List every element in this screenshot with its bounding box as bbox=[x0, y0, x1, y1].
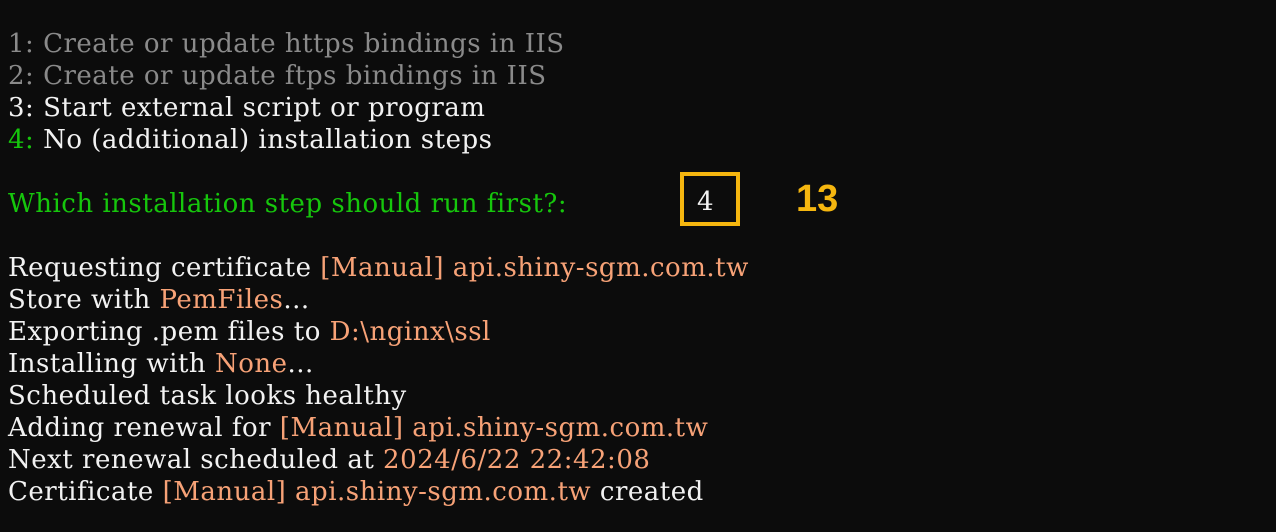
log-line-3: Exporting .pem files to D:\nginx\ssl bbox=[8, 316, 491, 348]
menu-option-4: 4: No (additional) installation steps bbox=[8, 124, 492, 156]
log-line-8-suffix: created bbox=[591, 477, 704, 507]
log-line-5-text: Scheduled task looks healthy bbox=[8, 381, 407, 411]
log-line-1: Requesting certificate [Manual] api.shin… bbox=[8, 252, 749, 284]
log-line-8-value: [Manual] api.shiny-sgm.com.tw bbox=[162, 477, 592, 507]
log-line-2-value: PemFiles bbox=[159, 285, 284, 315]
log-line-3-value: D:\nginx\ssl bbox=[329, 317, 491, 347]
log-line-2: Store with PemFiles... bbox=[8, 284, 310, 316]
log-line-6-text: Adding renewal for bbox=[8, 413, 280, 443]
step-number-label: 13 bbox=[796, 178, 839, 220]
log-line-7-text: Next renewal scheduled at bbox=[8, 445, 384, 475]
log-line-2-text: Store with bbox=[8, 285, 160, 315]
answer-input[interactable]: 4 bbox=[697, 186, 714, 218]
console-window: 1: Create or update https bindings in II… bbox=[0, 0, 1276, 532]
log-line-4-text: Installing with bbox=[8, 349, 215, 379]
log-line-1-text: Requesting certificate bbox=[8, 253, 321, 283]
menu-option-3: 3: Start external script or program bbox=[8, 92, 485, 124]
log-line-4-suffix: ... bbox=[287, 349, 314, 379]
log-line-1-value: [Manual] api.shiny-sgm.com.tw bbox=[320, 253, 749, 283]
log-line-5: Scheduled task looks healthy bbox=[8, 380, 407, 412]
log-line-4: Installing with None... bbox=[8, 348, 314, 380]
log-line-6-value: [Manual] api.shiny-sgm.com.tw bbox=[279, 413, 709, 443]
menu-option-3-key: 3: bbox=[8, 93, 35, 123]
menu-option-2: 2: Create or update ftps bindings in IIS bbox=[8, 60, 547, 92]
menu-option-1-text: Create or update https bindings in IIS bbox=[34, 29, 565, 59]
log-line-8-text: Certificate bbox=[8, 477, 163, 507]
log-line-4-value: None bbox=[214, 349, 288, 379]
menu-option-2-text: Create or update ftps bindings in IIS bbox=[34, 61, 547, 91]
menu-option-1: 1: Create or update https bindings in II… bbox=[8, 28, 565, 60]
log-line-2-suffix: ... bbox=[283, 285, 310, 315]
menu-option-1-key: 1: bbox=[8, 29, 35, 59]
menu-option-4-key: 4: bbox=[8, 125, 35, 155]
prompt-line: Which installation step should run first… bbox=[8, 188, 567, 220]
log-line-7: Next renewal scheduled at 2024/6/22 22:4… bbox=[8, 444, 650, 476]
log-line-7-value: 2024/6/22 22:42:08 bbox=[383, 445, 651, 475]
menu-option-3-text: Start external script or program bbox=[34, 93, 486, 123]
menu-option-4-text: No (additional) installation steps bbox=[34, 125, 493, 155]
log-line-8: Certificate [Manual] api.shiny-sgm.com.t… bbox=[8, 476, 704, 508]
log-line-6: Adding renewal for [Manual] api.shiny-sg… bbox=[8, 412, 708, 444]
prompt-question: Which installation step should run first… bbox=[8, 189, 568, 219]
menu-option-2-key: 2: bbox=[8, 61, 35, 91]
log-line-3-text: Exporting .pem files to bbox=[8, 317, 330, 347]
